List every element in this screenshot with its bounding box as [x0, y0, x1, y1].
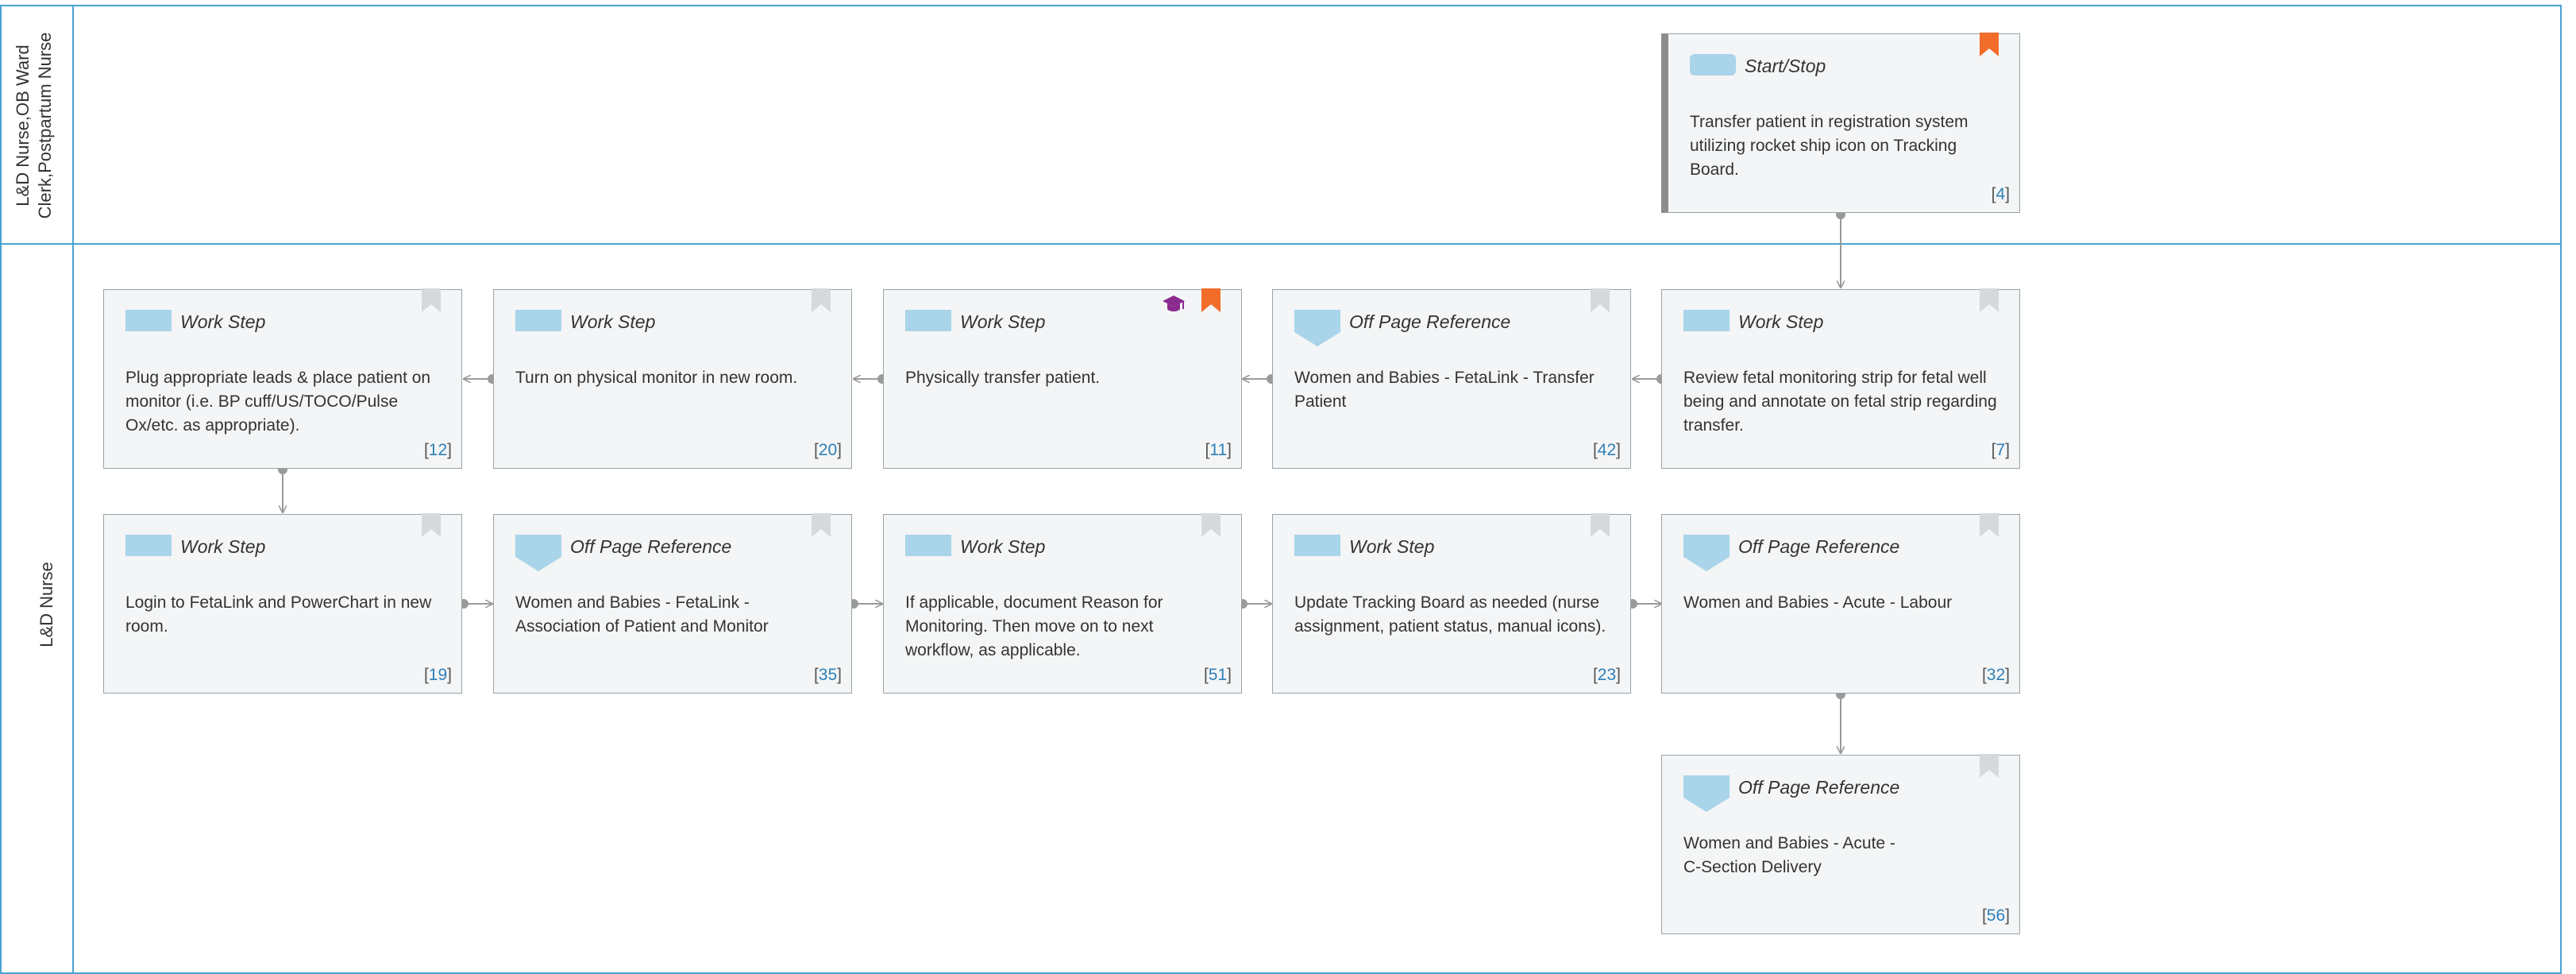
card-text: Review fetal monitoring strip for fetal … — [1683, 369, 1997, 435]
card-id[interactable]: [7] — [1992, 441, 2010, 460]
card-type-label: Work Step — [180, 311, 266, 332]
card-type-label: Work Step — [570, 311, 656, 332]
card-off-page-reference-32[interactable]: Off Page Reference Women and Babies - Ac… — [1661, 513, 2020, 694]
card-text: Plug appropriate leads & place patient o… — [125, 369, 431, 435]
card-work-step-20[interactable]: Work Step Turn on physical monitor in ne… — [493, 288, 852, 469]
card-off-page-reference-42[interactable]: Off Page Reference Women and Babies - Fe… — [1272, 288, 1631, 469]
card-text: Login to FetaLink and PowerChart in new … — [125, 593, 432, 636]
card-type-label: Work Step — [1349, 536, 1435, 557]
card-type-label: Off Page Reference — [1738, 777, 1900, 798]
work-step-shape-icon — [125, 535, 172, 556]
card-work-step-23[interactable]: Work Step Update Tracking Board as neede… — [1272, 513, 1631, 694]
card-type-label: Start/Stop — [1745, 56, 1826, 76]
card-type-label: Work Step — [180, 536, 266, 557]
card-type-label: Work Step — [1738, 311, 1824, 332]
bookmark-icon[interactable] — [1980, 33, 1999, 56]
card-id[interactable]: [11] — [1205, 441, 1232, 460]
start-stop-shape-icon — [1690, 54, 1736, 75]
card-work-step-51[interactable]: Work Step If applicable, document Reason… — [883, 513, 1242, 694]
bookmark-icon[interactable] — [1591, 288, 1610, 312]
work-step-shape-icon — [515, 310, 561, 331]
graduation-cap-icon[interactable] — [1162, 293, 1186, 314]
bookmark-icon[interactable] — [812, 288, 831, 312]
card-id[interactable]: [4] — [1992, 185, 2010, 204]
card-id[interactable]: [35] — [814, 666, 842, 685]
bookmark-icon[interactable] — [1201, 513, 1221, 537]
work-step-shape-icon — [1683, 310, 1730, 331]
card-id[interactable]: [42] — [1593, 441, 1621, 460]
card-start-stop-4[interactable]: Start/Stop Transfer patient in registrat… — [1661, 33, 2020, 213]
off-page-reference-shape-icon — [515, 535, 561, 571]
card-work-step-7[interactable]: Work Step Review fetal monitoring strip … — [1661, 288, 2020, 469]
card-id[interactable]: [56] — [1982, 906, 2010, 926]
card-type-label: Off Page Reference — [1349, 311, 1511, 332]
bookmark-icon[interactable] — [1980, 288, 1999, 312]
bookmark-icon[interactable] — [422, 513, 441, 537]
card-off-page-reference-56[interactable]: Off Page Reference Women and Babies - Ac… — [1661, 754, 2020, 934]
card-work-step-19[interactable]: Work Step Login to FetaLink and PowerCha… — [103, 513, 462, 694]
card-type-label: Work Step — [960, 311, 1046, 332]
card-type-label: Work Step — [960, 536, 1046, 557]
card-id[interactable]: [20] — [814, 441, 842, 460]
off-page-reference-shape-icon — [1683, 535, 1730, 571]
card-id[interactable]: [51] — [1204, 666, 1232, 685]
card-text: Women and Babies - FetaLink - Associatio… — [515, 593, 769, 636]
card-text: Physically transfer patient. — [905, 369, 1101, 387]
work-step-shape-icon — [905, 535, 951, 556]
bookmark-icon[interactable] — [1201, 288, 1221, 312]
off-page-reference-shape-icon — [1683, 775, 1730, 812]
bookmark-icon[interactable] — [1980, 513, 1999, 537]
card-text: Women and Babies - FetaLink - Transfer P… — [1294, 369, 1595, 411]
card-id[interactable]: [23] — [1593, 666, 1621, 685]
card-text: Women and Babies - Acute - Labour — [1683, 593, 1953, 612]
bookmark-icon[interactable] — [1980, 754, 1999, 778]
card-text: If applicable, document Reason for Monit… — [905, 593, 1163, 659]
off-page-reference-shape-icon — [1294, 310, 1340, 346]
bookmark-icon[interactable] — [422, 288, 441, 312]
bookmark-icon[interactable] — [1591, 513, 1610, 537]
card-text: Transfer patient in registration system … — [1690, 113, 1969, 179]
card-text: Women and Babies - Acute - C-Section Del… — [1683, 834, 1895, 876]
card-off-page-reference-35[interactable]: Off Page Reference Women and Babies - Fe… — [493, 513, 852, 694]
card-work-step-12[interactable]: Work Step Plug appropriate leads & place… — [103, 288, 462, 469]
connector-layer — [278, 210, 1845, 961]
card-id[interactable]: [12] — [424, 441, 452, 460]
work-step-shape-icon — [1294, 535, 1340, 556]
card-id[interactable]: [19] — [424, 666, 452, 685]
work-step-shape-icon — [905, 310, 951, 331]
card-work-step-11[interactable]: Work Step Physically transfer patient. [… — [883, 288, 1242, 469]
work-step-shape-icon — [125, 310, 172, 331]
card-id[interactable]: [32] — [1982, 666, 2010, 685]
bookmark-icon[interactable] — [812, 513, 831, 537]
card-type-label: Off Page Reference — [570, 536, 732, 557]
card-text: Turn on physical monitor in new room. — [515, 369, 798, 387]
card-text: Update Tracking Board as needed (nurse a… — [1294, 593, 1606, 636]
card-type-label: Off Page Reference — [1738, 536, 1900, 557]
